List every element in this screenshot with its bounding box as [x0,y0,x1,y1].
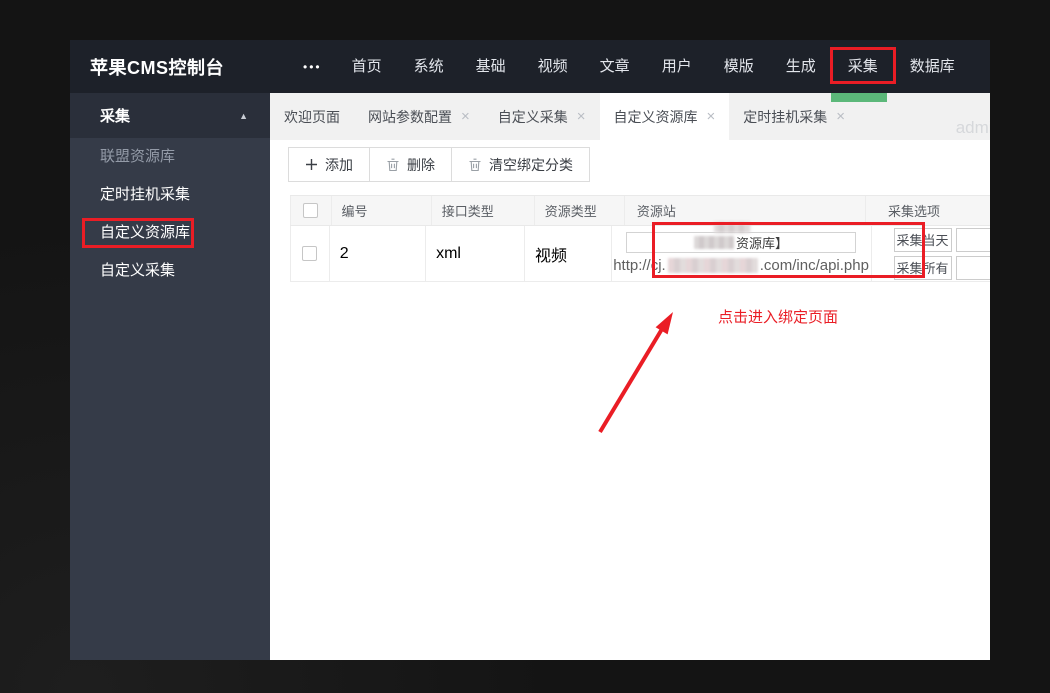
tab-close-icon[interactable]: × [707,109,716,124]
sidebar-item-timed-collect[interactable]: 定时挂机采集 [70,176,270,214]
censored-blur [694,236,735,249]
sidebar-item-custom-collect[interactable]: 自定义采集 [70,252,270,290]
top-bar: 苹果CMS控制台 ••• 首页 系统 基础 视频 文章 用户 模版 生成 采集 … [70,40,990,102]
collect-today-button[interactable]: 采集当天 [893,227,952,252]
annotation-text: 点击进入绑定页面 [718,309,839,326]
toolbar: 添加 删除 清空绑定分类 [288,147,590,182]
clear-bound-categories-button[interactable]: 清空绑定分类 [451,147,590,182]
collapse-arrow-icon: ▲ [239,110,248,121]
sidebar-item-union-resource[interactable]: 联盟资源库 [70,138,270,176]
censored-blur [667,258,758,273]
select-all-checkbox[interactable] [303,203,319,218]
nav-item-video[interactable]: 视频 [523,40,583,93]
annotation-arrow-icon [598,312,673,434]
tab-close-icon[interactable]: × [577,109,586,124]
resource-name-input[interactable]: 资源库】 [626,232,857,253]
desktop-background: 苹果CMS控制台 ••• 首页 系统 基础 视频 文章 用户 模版 生成 采集 … [0,0,1050,693]
nav-item-user[interactable]: 用户 [647,40,707,93]
table-header-row: 编号 接口类型 资源类型 资源站 采集选项 [290,195,990,226]
sidebar-item-custom-resource[interactable]: 自定义资源库 [70,214,270,252]
column-header-collect-options: 采集选项 [864,196,990,225]
column-header-resource-type: 资源类型 [533,196,624,225]
nav-item-template[interactable]: 模版 [709,40,769,93]
cell-api-type: xml [425,226,524,281]
trash-icon [469,158,481,171]
tab-welcome[interactable]: 欢迎页面 [270,93,354,140]
main-panel: 欢迎页面 网站参数配置 × 自定义采集 × 自定义资源库 × 定时挂机采集 × … [270,93,990,660]
row-checkbox[interactable] [302,246,318,261]
table-row: 2 xml 视频 资源库】 http://cj. .com/inc/api.ph… [290,222,990,282]
collect-all-button[interactable]: 采集所有 [893,255,952,280]
censored-blur [713,222,750,233]
nav-item-system[interactable]: 系统 [399,40,459,93]
tab-close-icon[interactable]: × [836,109,845,124]
cell-resource-type: 视频 [523,226,611,281]
username-watermark: admin [955,118,990,137]
trash-icon [387,158,399,171]
nav-item-basic[interactable]: 基础 [461,40,521,93]
nav-item-article[interactable]: 文章 [585,40,645,93]
column-header-resource-site: 资源站 [623,196,865,225]
nav-item-collect[interactable]: 采集 [829,40,896,102]
resource-table: 编号 接口类型 资源类型 资源站 采集选项 2 xml 视频 资源库】 http… [290,195,990,282]
tab-close-icon[interactable]: × [461,109,470,124]
app-body: 采集 ▲ 联盟资源库 定时挂机采集 自定义资源库 自定义采集 欢迎页面 网站参数… [70,93,990,660]
nav-item-database[interactable]: 数据库 [895,40,970,93]
nav-item-generate[interactable]: 生成 [771,40,831,93]
cell-resource-site: 资源库】 http://cj. .com/inc/api.php [610,222,871,281]
tab-site-params[interactable]: 网站参数配置 × [354,93,484,140]
add-button[interactable]: 添加 [288,147,370,182]
sidebar: 采集 ▲ 联盟资源库 定时挂机采集 自定义资源库 自定义采集 [70,93,270,660]
delete-button[interactable]: 删除 [369,147,452,182]
column-header-api-type: 接口类型 [430,196,534,225]
nav-item-home[interactable]: 首页 [337,40,397,93]
column-header-id: 编号 [330,196,431,225]
active-nav-indicator [830,93,887,102]
content-area: 添加 删除 清空绑定分类 编号 接口类型 资源类型 资源站 采集选项 2 xml… [270,140,990,660]
menu-collapse-icon[interactable]: ••• [303,60,322,74]
tab-custom-collect[interactable]: 自定义采集 × [484,93,600,140]
clipped-button[interactable] [955,227,990,252]
plus-icon [306,159,317,170]
resource-api-url[interactable]: http://cj. .com/inc/api.php [613,257,869,274]
app-window: 苹果CMS控制台 ••• 首页 系统 基础 视频 文章 用户 模版 生成 采集 … [70,40,990,660]
tab-custom-resource[interactable]: 自定义资源库 × [599,93,730,140]
app-title: 苹果CMS控制台 [90,57,224,78]
sidebar-group-collect[interactable]: 采集 ▲ [70,93,270,138]
cell-collect-options: 采集当天 采集所有 [870,226,990,281]
cell-id: 2 [328,226,425,281]
clipped-button[interactable] [955,255,990,280]
top-nav: 首页 系统 基础 视频 文章 用户 模版 生成 采集 数据库 [336,40,971,102]
